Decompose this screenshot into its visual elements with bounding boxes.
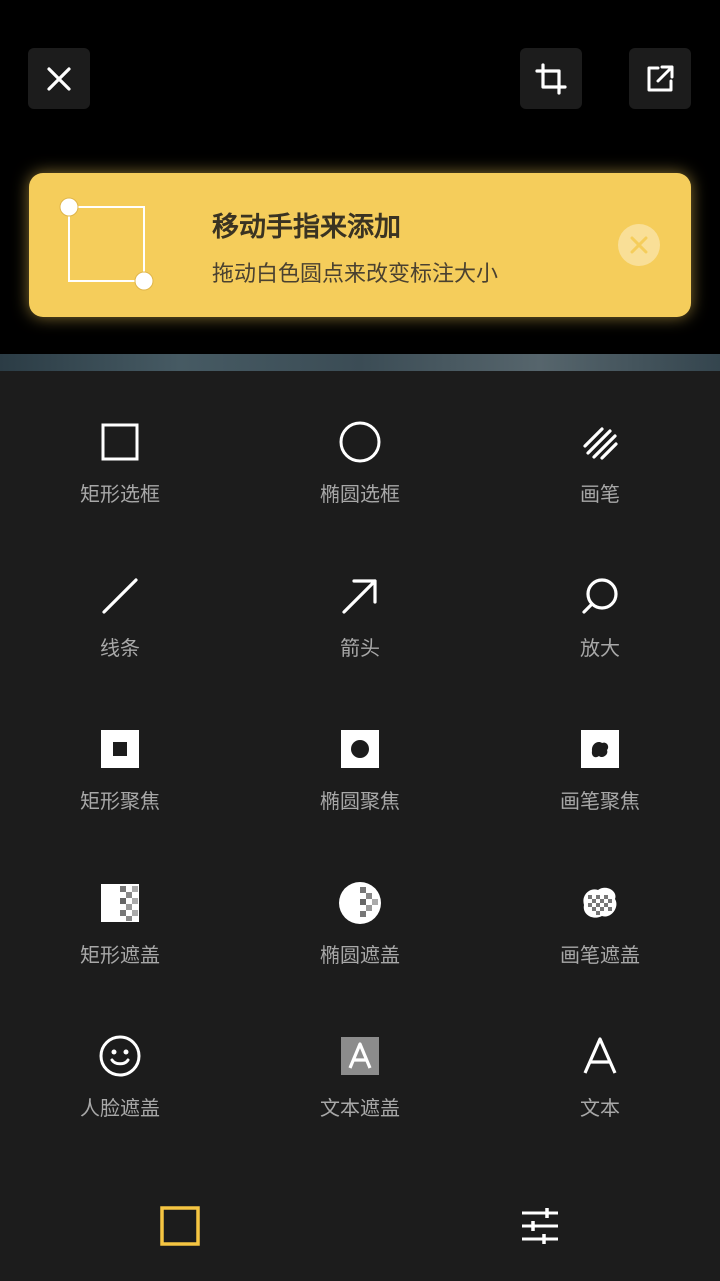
tip-banner: 移动手指来添加 拖动白色圆点来改变标注大小 [29, 173, 691, 317]
tool-label: 矩形选框 [80, 482, 160, 506]
tool-rectangle[interactable]: 矩形选框 [0, 420, 240, 530]
tool-brush[interactable]: 画笔 [480, 420, 720, 530]
tip-title: 移动手指来添加 [212, 212, 401, 243]
share-button[interactable] [629, 48, 691, 109]
tip-close-button[interactable] [618, 224, 660, 266]
close-icon [47, 66, 71, 91]
brush-icon [583, 427, 618, 460]
share-icon [647, 65, 674, 91]
ellipse-mosaic-icon [339, 882, 381, 924]
tool-rectangle-mosaic[interactable]: 矩形遮盖 [0, 881, 240, 991]
tip-description: 拖动白色圆点来改变标注大小 [212, 262, 499, 287]
brush-mosaic-icon [583, 887, 617, 918]
shapes-tab-icon [160, 1206, 200, 1246]
tool-ellipse-mosaic[interactable]: 椭圆遮盖 [240, 881, 480, 991]
resize-illustration-icon [59, 197, 154, 291]
tool-face-mosaic[interactable]: 人脸遮盖 [0, 1034, 240, 1144]
tool-label: 人脸遮盖 [80, 1096, 160, 1120]
tool-text-mosaic[interactable]: 文本遮盖 [240, 1034, 480, 1144]
rectangle-mosaic-icon [101, 884, 139, 922]
text-mosaic-icon [341, 1037, 379, 1075]
tool-brush-focus[interactable]: 画笔聚焦 [480, 727, 720, 837]
tool-label: 文本 [580, 1096, 620, 1120]
tool-panel: 矩形选框 椭圆选框 画笔 线条 箭头 放大 矩形聚焦 椭圆聚焦 画笔聚焦 矩形遮… [0, 371, 720, 1281]
face-mosaic-icon [99, 1035, 141, 1077]
tool-label: 矩形遮盖 [80, 943, 160, 967]
tool-ellipse-focus[interactable]: 椭圆聚焦 [240, 727, 480, 837]
tool-label: 椭圆选框 [320, 482, 400, 506]
tool-label: 画笔遮盖 [560, 943, 640, 967]
photo-preview [0, 354, 720, 372]
bottom-tab-bar [0, 1180, 720, 1281]
ellipse-icon [339, 421, 381, 463]
tab-shapes[interactable] [158, 1204, 202, 1248]
tool-line[interactable]: 线条 [0, 574, 240, 684]
text-icon [583, 1037, 617, 1074]
tool-label: 椭圆遮盖 [320, 943, 400, 967]
tool-rectangle-focus[interactable]: 矩形聚焦 [0, 727, 240, 837]
brush-focus-icon [581, 730, 619, 768]
crop-button[interactable] [520, 48, 582, 109]
ellipse-focus-icon [341, 730, 379, 768]
tool-label: 矩形聚焦 [80, 789, 160, 813]
tool-label: 放大 [580, 636, 620, 660]
tool-label: 线条 [100, 636, 140, 660]
magnify-icon [582, 578, 618, 614]
tool-label: 椭圆聚焦 [320, 789, 400, 813]
line-icon [102, 578, 138, 614]
close-button[interactable] [28, 48, 90, 109]
close-icon [630, 236, 648, 254]
tool-brush-mosaic[interactable]: 画笔遮盖 [480, 881, 720, 991]
tool-text[interactable]: 文本 [480, 1034, 720, 1144]
rectangle-icon [101, 423, 139, 461]
tool-label: 画笔 [580, 482, 620, 506]
tool-arrow[interactable]: 箭头 [240, 574, 480, 684]
tool-ellipse[interactable]: 椭圆选框 [240, 420, 480, 530]
rectangle-focus-icon [101, 730, 139, 768]
arrow-icon [342, 579, 377, 614]
adjust-sliders-icon [522, 1208, 558, 1244]
screen: 移动手指来添加 拖动白色圆点来改变标注大小 矩形选框 椭圆选框 画笔 线条 箭头… [0, 0, 720, 1281]
tool-label: 画笔聚焦 [560, 789, 640, 813]
crop-icon [535, 62, 567, 95]
tool-label: 文本遮盖 [320, 1096, 400, 1120]
tool-label: 箭头 [340, 636, 380, 660]
tool-magnify[interactable]: 放大 [480, 574, 720, 684]
tab-adjust[interactable] [518, 1204, 562, 1248]
